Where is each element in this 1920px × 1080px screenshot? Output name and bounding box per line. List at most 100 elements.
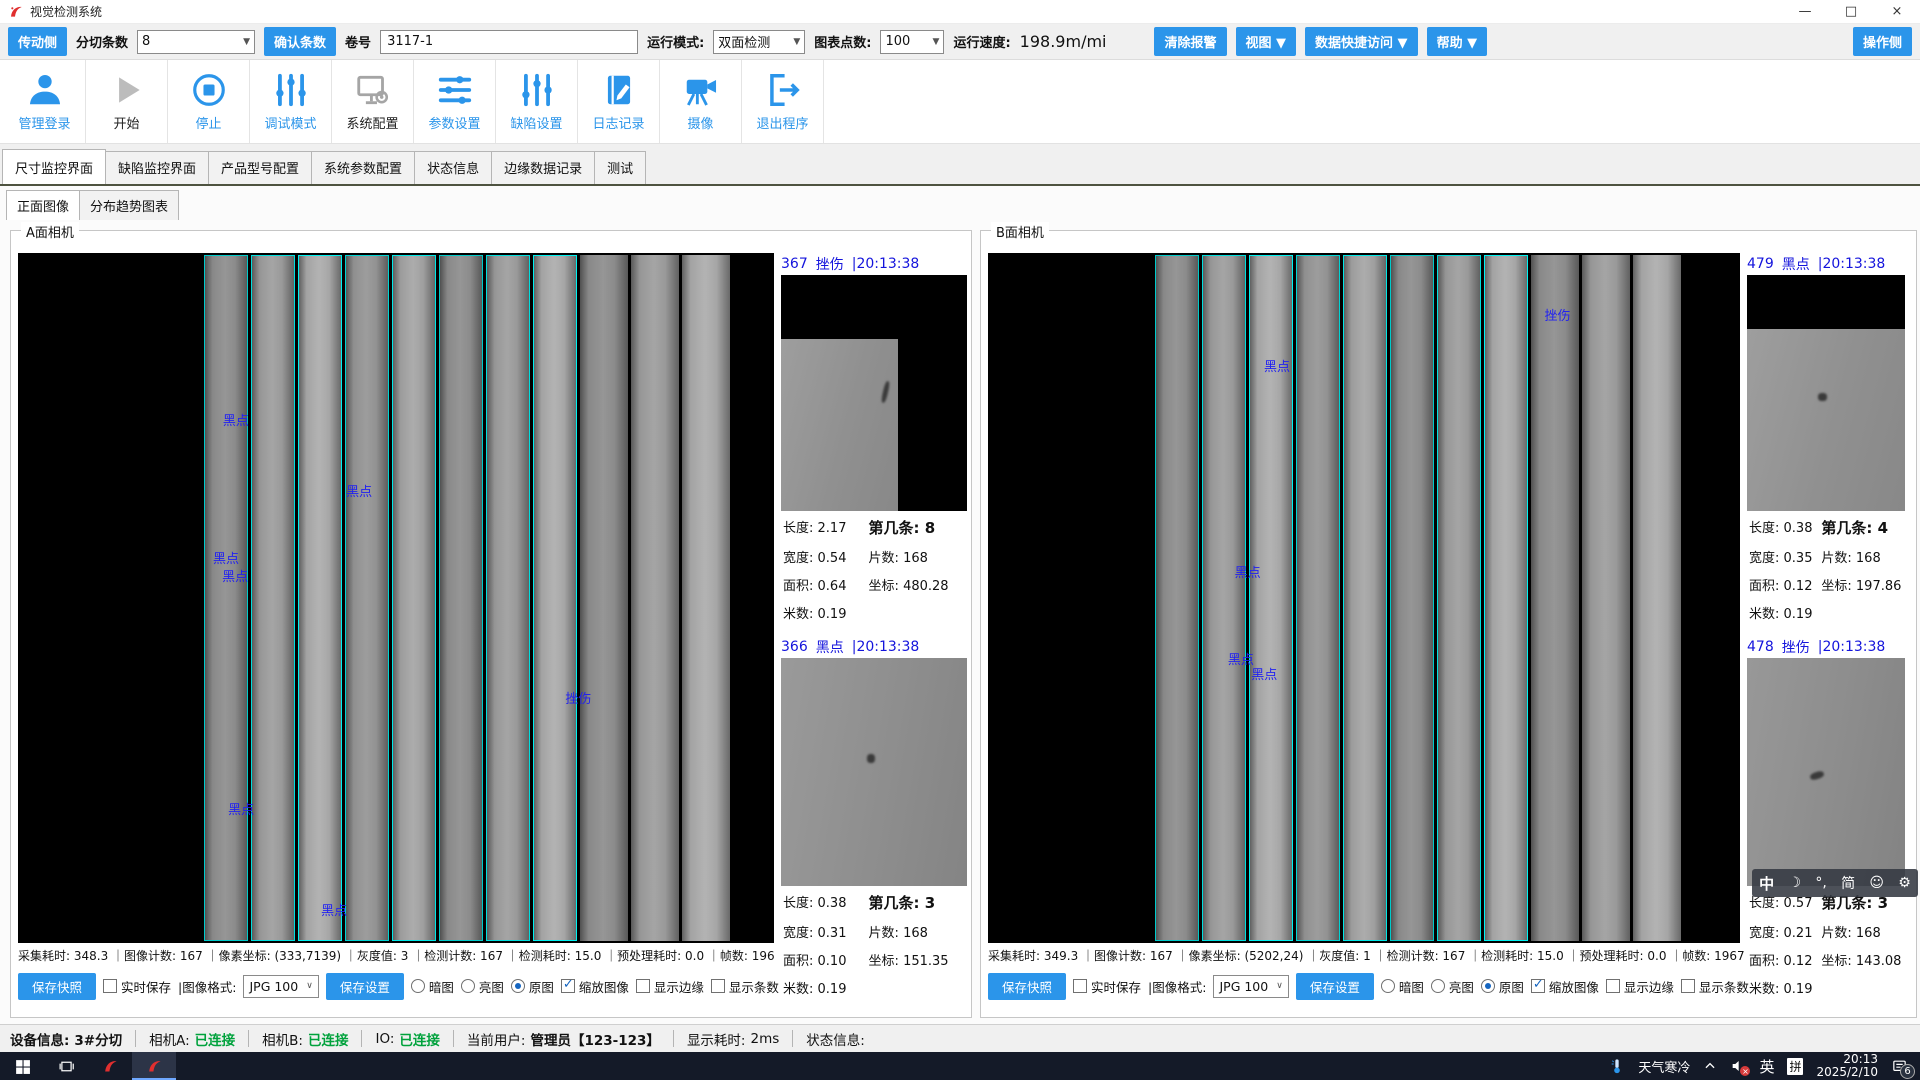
subtab-front-image[interactable]: 正面图像 bbox=[6, 190, 80, 220]
close-button[interactable]: × bbox=[1874, 0, 1920, 23]
minimize-button[interactable]: — bbox=[1782, 0, 1828, 23]
start-button[interactable]: 开始 bbox=[86, 60, 168, 143]
roll-number-input[interactable]: 3117-1 bbox=[380, 30, 638, 54]
defect-card[interactable]: 366 黑点 |20:13:38 长度: 0.38 第几条: 3 宽度: 0.3… bbox=[781, 636, 967, 997]
film-strip bbox=[580, 255, 628, 941]
user-icon bbox=[26, 71, 64, 109]
display-time-label: 显示耗时: bbox=[687, 1029, 746, 1049]
tab-system-param-config[interactable]: 系统参数配置 bbox=[311, 151, 415, 184]
parameter-settings-button[interactable]: 参数设置 bbox=[414, 60, 496, 143]
maximize-button[interactable]: □ bbox=[1828, 0, 1874, 23]
film-strip bbox=[631, 255, 679, 941]
defect-settings-button[interactable]: 缺陷设置 bbox=[496, 60, 578, 143]
camera-b-image[interactable]: 挫伤黑点黑点黑点黑点 bbox=[988, 253, 1740, 943]
camera-b-title: B面相机 bbox=[991, 222, 1049, 241]
operator-side-button[interactable]: 操作侧 bbox=[1853, 27, 1912, 56]
notification-center-button[interactable]: 6 bbox=[1891, 1058, 1908, 1075]
io-label: IO: bbox=[375, 1031, 394, 1047]
taskbar-app-icon-active[interactable] bbox=[132, 1052, 176, 1080]
film-strip bbox=[204, 255, 248, 941]
dark-image-radio[interactable]: 暗图 bbox=[1381, 977, 1424, 996]
system-config-button[interactable]: 系统配置 bbox=[332, 60, 414, 143]
taskbar-app-icon[interactable] bbox=[88, 1052, 132, 1080]
checkbox-icon bbox=[1681, 979, 1695, 993]
dark-image-radio[interactable]: 暗图 bbox=[411, 977, 454, 996]
film-strip bbox=[345, 255, 389, 941]
monitor-gear-icon bbox=[354, 71, 392, 109]
stop-button[interactable]: 停止 bbox=[168, 60, 250, 143]
ime-mode-chinese[interactable]: 中 bbox=[1759, 873, 1774, 894]
defect-card[interactable]: 479 黑点 |20:13:38 长度: 0.38 第几条: 4 宽度: 0.3… bbox=[1747, 253, 1905, 622]
start-button[interactable] bbox=[0, 1052, 44, 1080]
pinyin-indicator[interactable]: 拼 bbox=[1787, 1058, 1803, 1075]
title-bar: 视觉检测系统 — □ × bbox=[0, 0, 1920, 24]
tab-size-monitor[interactable]: 尺寸监控界面 bbox=[2, 149, 106, 184]
subtab-trend-chart[interactable]: 分布趋势图表 bbox=[79, 190, 179, 220]
confirm-count-button[interactable]: 确认条数 bbox=[264, 27, 336, 56]
defect-annotation-label: 黑点 bbox=[1264, 356, 1290, 375]
defect-card[interactable]: 367 挫伤 |20:13:38 长度: 2.17 第几条: 8 宽度: 0.5… bbox=[781, 253, 967, 622]
chevron-up-icon[interactable] bbox=[1703, 1059, 1717, 1073]
volume-muted-icon[interactable]: × bbox=[1730, 1058, 1746, 1074]
zoom-image-checkbox[interactable]: 缩放图像 bbox=[561, 977, 629, 996]
weather-status[interactable]: 天气寒冷 bbox=[1638, 1057, 1690, 1076]
show-strips-checkbox[interactable]: 显示条数 bbox=[711, 977, 779, 996]
save-settings-button[interactable]: 保存设置 bbox=[1296, 973, 1374, 1000]
tab-product-model-config[interactable]: 产品型号配置 bbox=[208, 151, 312, 184]
camera-a-defect-panel: 367 挫伤 |20:13:38 长度: 2.17 第几条: 8 宽度: 0.5… bbox=[781, 253, 967, 1009]
tab-edge-data-record[interactable]: 边缘数据记录 bbox=[491, 151, 595, 184]
drive-side-button[interactable]: 传动侧 bbox=[8, 27, 67, 56]
app-logo-icon bbox=[146, 1058, 163, 1075]
split-count-select[interactable]: 8▼ bbox=[137, 30, 255, 54]
image-format-select[interactable]: JPG 100∨ bbox=[243, 975, 318, 998]
checkbox-icon bbox=[636, 979, 650, 993]
debug-mode-button[interactable]: 调试模式 bbox=[250, 60, 332, 143]
tab-defect-monitor[interactable]: 缺陷监控界面 bbox=[105, 151, 209, 184]
save-snapshot-button[interactable]: 保存快照 bbox=[988, 973, 1066, 1000]
split-count-label: 分切条数 bbox=[76, 32, 128, 51]
save-settings-button[interactable]: 保存设置 bbox=[326, 973, 404, 1000]
original-image-radio[interactable]: 原图 bbox=[1481, 977, 1524, 996]
film-strip bbox=[1155, 255, 1199, 941]
emoji-icon[interactable]: ☺ bbox=[1869, 875, 1884, 891]
run-mode-select[interactable]: 双面检测▼ bbox=[713, 30, 805, 54]
admin-login-button[interactable]: 管理登录 bbox=[4, 60, 86, 143]
realtime-save-checkbox[interactable]: 实时保存 bbox=[1073, 977, 1141, 996]
moon-icon[interactable]: ☽ bbox=[1788, 875, 1801, 891]
film-strip bbox=[682, 255, 730, 941]
image-format-select[interactable]: JPG 100∨ bbox=[1213, 975, 1288, 998]
view-menu-button[interactable]: 视图 ▼ bbox=[1236, 27, 1297, 56]
checkbox-icon bbox=[711, 979, 725, 993]
chart-points-select[interactable]: 100▼ bbox=[880, 30, 944, 54]
original-image-radio[interactable]: 原图 bbox=[511, 977, 554, 996]
capture-button[interactable]: 摄像 bbox=[660, 60, 742, 143]
show-edge-checkbox[interactable]: 显示边缘 bbox=[636, 977, 704, 996]
defect-card[interactable]: 478 挫伤 |20:13:38 长度: 0.57 第几条: 3 宽度: 0.2… bbox=[1747, 636, 1905, 997]
simplified-chinese-icon[interactable]: 简 bbox=[1841, 873, 1855, 893]
show-edge-checkbox[interactable]: 显示边缘 bbox=[1606, 977, 1674, 996]
camera-a-title: A面相机 bbox=[21, 222, 79, 241]
tab-test[interactable]: 测试 bbox=[594, 151, 646, 184]
data-access-menu-button[interactable]: 数据快捷访问 ▼ bbox=[1305, 27, 1418, 56]
system-tray: 天气寒冷 × 英 拼 20:13 2025/2/10 6 bbox=[1609, 1053, 1920, 1079]
realtime-save-checkbox[interactable]: 实时保存 bbox=[103, 977, 171, 996]
help-menu-button[interactable]: 帮助 ▼ bbox=[1427, 27, 1488, 56]
show-strips-checkbox[interactable]: 显示条数 bbox=[1681, 977, 1749, 996]
language-indicator[interactable]: 英 bbox=[1759, 1056, 1774, 1077]
camera-a-connection-status: 已连接 bbox=[195, 1029, 236, 1049]
punctuation-mode-icon[interactable]: °, bbox=[1815, 875, 1826, 891]
current-user-value: 管理员【123-123】 bbox=[530, 1029, 659, 1049]
camera-a-image[interactable]: 黑点黑点黑点黑点挫伤黑点黑点 bbox=[18, 253, 774, 943]
zoom-image-checkbox[interactable]: 缩放图像 bbox=[1531, 977, 1599, 996]
gear-icon[interactable]: ⚙ bbox=[1898, 875, 1911, 891]
save-snapshot-button[interactable]: 保存快照 bbox=[18, 973, 96, 1000]
chart-points-label: 图表点数: bbox=[814, 32, 871, 51]
taskbar-clock[interactable]: 20:13 2025/2/10 bbox=[1816, 1053, 1878, 1079]
task-view-button[interactable] bbox=[44, 1052, 88, 1080]
exit-program-button[interactable]: 退出程序 bbox=[742, 60, 824, 143]
clear-alarm-button[interactable]: 清除报警 bbox=[1154, 27, 1226, 56]
tab-status-info[interactable]: 状态信息 bbox=[414, 151, 492, 184]
log-record-button[interactable]: 日志记录 bbox=[578, 60, 660, 143]
bright-image-radio[interactable]: 亮图 bbox=[461, 977, 504, 996]
bright-image-radio[interactable]: 亮图 bbox=[1431, 977, 1474, 996]
